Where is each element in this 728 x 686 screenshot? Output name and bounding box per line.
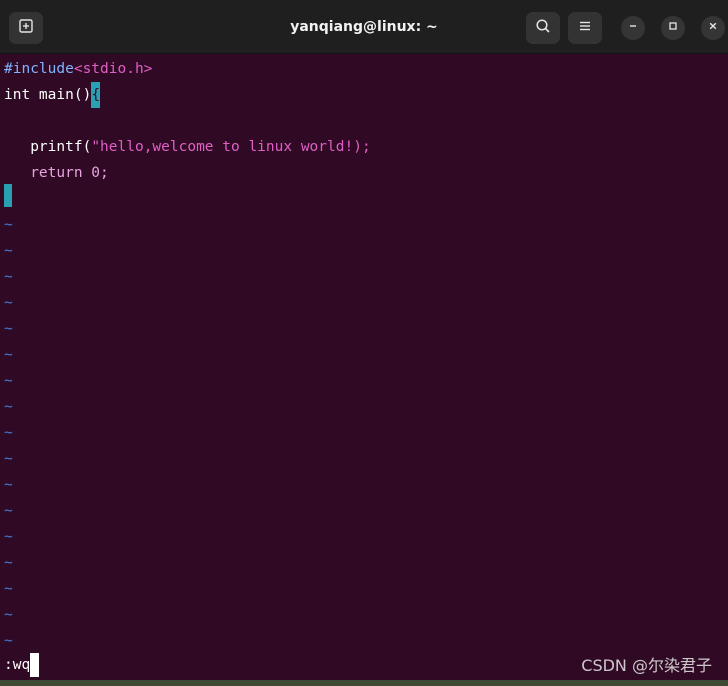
desktop-background-strip: [0, 680, 728, 686]
terminal-window: yanqiang@linux: ~ #include<stdio.h> int …: [0, 0, 728, 686]
preprocessor-directive: #include: [4, 61, 74, 77]
hamburger-menu-icon: [577, 18, 593, 39]
string-literal: "hello,welcome to linux world!: [91, 139, 354, 155]
search-icon: [535, 18, 551, 39]
terminal-editor-area[interactable]: #include<stdio.h> int main(){ printf("he…: [0, 54, 728, 680]
empty-line-tilde: ~: [4, 555, 13, 571]
include-header: <stdio.h>: [73, 61, 153, 77]
empty-line-tilde: ~: [4, 295, 13, 311]
empty-line-tilde: ~: [4, 607, 13, 623]
code-line-printf: printf("hello,welcome to linux world!);: [4, 134, 371, 160]
maximize-icon: [667, 19, 679, 37]
empty-line-tilde: ~: [4, 269, 13, 285]
empty-line-tilde: ~: [4, 425, 13, 441]
empty-line-tilde: ~: [4, 243, 13, 259]
vim-command-line[interactable]: :wq: [4, 652, 40, 678]
new-tab-icon: [18, 18, 34, 39]
close-icon: [707, 19, 719, 37]
search-button[interactable]: [526, 12, 560, 44]
command-text: :wq: [4, 657, 31, 673]
empty-line-tilde: ~: [4, 529, 13, 545]
empty-line-tilde: ~: [4, 451, 13, 467]
empty-line-tilde: ~: [4, 581, 13, 597]
return-statement: return 0;: [30, 165, 109, 181]
maximize-button[interactable]: [661, 16, 685, 40]
title-bar[interactable]: yanqiang@linux: ~: [0, 0, 728, 54]
minimize-icon: [627, 19, 639, 37]
statement-tail: );: [353, 139, 371, 155]
close-button[interactable]: [701, 16, 725, 40]
printf-call: printf(: [30, 139, 92, 155]
empty-line-tilde: ~: [4, 503, 13, 519]
empty-line-tilde: ~: [4, 633, 13, 649]
code-line-return: return 0;: [4, 160, 109, 186]
empty-line-tilde: ~: [4, 373, 13, 389]
empty-line-tilde: ~: [4, 347, 13, 363]
main-signature: int main(): [4, 87, 92, 103]
matched-brace-cursor: {: [91, 82, 101, 108]
window-title: yanqiang@linux: ~: [290, 19, 438, 35]
new-tab-button[interactable]: [9, 12, 43, 44]
empty-line-tilde: ~: [4, 321, 13, 337]
command-cursor: [30, 653, 40, 677]
menu-button[interactable]: [568, 12, 602, 44]
code-line-include: #include<stdio.h>: [4, 56, 152, 82]
empty-line-tilde: ~: [4, 477, 13, 493]
text-cursor: [4, 184, 12, 207]
minimize-button[interactable]: [621, 16, 645, 40]
watermark: CSDN @尔染君子: [581, 656, 712, 675]
code-line-main: int main(){: [4, 82, 101, 108]
empty-line-tilde: ~: [4, 217, 13, 233]
empty-line-tilde: ~: [4, 399, 13, 415]
